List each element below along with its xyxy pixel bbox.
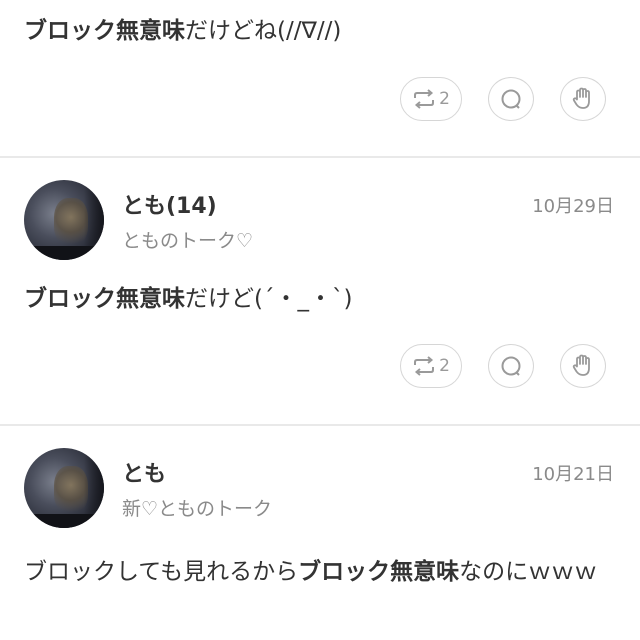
post-text-plain: だけどね(//∇//) bbox=[185, 18, 342, 44]
like-button[interactable] bbox=[560, 77, 606, 121]
post-actions: 2 bbox=[0, 344, 640, 390]
glove-icon bbox=[572, 354, 590, 376]
post-actions: 2 bbox=[0, 77, 640, 123]
share-button[interactable]: 2 bbox=[400, 77, 462, 121]
post-text-bold: ブロック無意味 bbox=[24, 286, 185, 312]
post-text-bold: ブロック無意味 bbox=[24, 18, 185, 44]
repost-icon bbox=[414, 356, 435, 376]
talk-name[interactable]: とものトーク♡ bbox=[122, 226, 253, 253]
comment-button[interactable] bbox=[488, 344, 534, 388]
post-text: ブロックしても見れるからブロック無意味なのにｗｗｗ bbox=[24, 552, 620, 592]
post-text-plain: ブロックしても見れるから bbox=[24, 559, 299, 585]
repost-icon bbox=[414, 89, 435, 109]
share-button[interactable]: 2 bbox=[400, 344, 462, 388]
talk-name[interactable]: 新♡とものトーク bbox=[122, 494, 272, 521]
share-count: 2 bbox=[439, 356, 450, 376]
comment-icon bbox=[501, 89, 521, 109]
post-date: 10月21日 bbox=[532, 464, 614, 485]
post-3: とも 10月21日 新♡とものトーク ブロックしても見れるからブロック無意味なの… bbox=[0, 426, 640, 640]
comment-icon bbox=[501, 356, 521, 376]
comment-button[interactable] bbox=[488, 77, 534, 121]
avatar[interactable] bbox=[24, 448, 104, 528]
post-text: ブロック無意味だけどね(//∇//) bbox=[24, 14, 620, 48]
post-text: ブロック無意味だけど(´・_・`) bbox=[24, 282, 620, 316]
post-1: ブロック無意味だけどね(//∇//) 2 bbox=[0, 0, 640, 156]
post-text-plain: なのにｗｗｗ bbox=[459, 559, 598, 585]
post-date: 10月29日 bbox=[532, 196, 614, 217]
post-text-bold: ブロック無意味 bbox=[298, 559, 460, 585]
like-button[interactable] bbox=[560, 344, 606, 388]
post-2: とも(14) 10月29日 とものトーク♡ ブロック無意味だけど(´・_・`) … bbox=[0, 158, 640, 424]
post-text-plain: だけど(´・_・`) bbox=[185, 286, 353, 312]
username[interactable]: とも(14) bbox=[122, 188, 217, 220]
share-count: 2 bbox=[439, 89, 450, 109]
username[interactable]: とも bbox=[122, 456, 166, 488]
glove-icon bbox=[572, 87, 590, 109]
avatar[interactable] bbox=[24, 180, 104, 260]
